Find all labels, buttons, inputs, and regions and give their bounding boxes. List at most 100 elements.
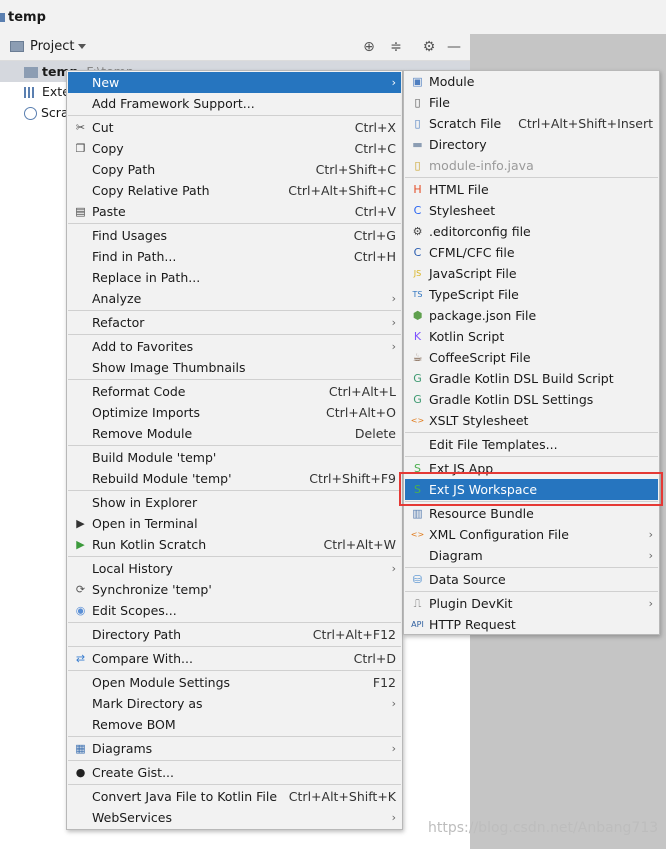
menu-item-directory[interactable]: ▬ Directory [405,134,658,155]
menu-item-paste[interactable]: ▤ Paste Ctrl+V [68,201,401,222]
menu-item-diagram[interactable]: Diagram › [405,545,658,566]
menu-item-find-in-path[interactable]: Find in Path... Ctrl+H [68,246,401,267]
chevron-down-icon[interactable] [78,44,86,49]
menu-item-reformat-code[interactable]: Reformat Code Ctrl+Alt+L [68,381,401,402]
menu-item-edit-scopes[interactable]: ◉ Edit Scopes... [68,600,401,621]
menu-item-new[interactable]: New › [68,72,401,93]
menu-item-xml-configuration-file[interactable]: <> XML Configuration File › [405,524,658,545]
menu-item-label: TypeScript File [429,287,519,302]
menu-item-coffeescript-file[interactable]: ☕ CoffeeScript File [405,347,658,368]
menu-item-rebuild-module-temp[interactable]: Rebuild Module 'temp' Ctrl+Shift+F9 [68,468,401,489]
menu-item-remove-bom[interactable]: Remove BOM [68,714,401,735]
menu-item-resource-bundle[interactable]: ▥ Resource Bundle [405,503,658,524]
menu-item-module[interactable]: ▣ Module [405,71,658,92]
menu-item-open-in-terminal[interactable]: ▶ Open in Terminal [68,513,401,534]
menu-item-xslt-stylesheet[interactable]: <> XSLT Stylesheet [405,410,658,431]
menu-separator [68,556,401,557]
menu-item-label: module-info.java [429,158,534,173]
menu-item-editorconfig-file[interactable]: ⚙ .editorconfig file [405,221,658,242]
hide-icon[interactable]: — [446,39,462,55]
menu-item-label: Directory [429,137,487,152]
menu-item-label: CFML/CFC file [429,245,515,260]
menu-item-copy[interactable]: ❐ Copy Ctrl+C [68,138,401,159]
menu-item-webservices[interactable]: WebServices › [68,807,401,828]
menu-item-add-framework-support[interactable]: Add Framework Support... [68,93,401,114]
menu-item-local-history[interactable]: Local History › [68,558,401,579]
chevron-right-icon: › [391,742,396,755]
tree-item-external-libraries[interactable]: Exte [24,81,70,102]
menu-item-run-kotlin-scratch[interactable]: ▶ Run Kotlin Scratch Ctrl+Alt+W [68,534,401,555]
menu-item-label: Gradle Kotlin DSL Build Script [429,371,614,386]
menu-item-label: Gradle Kotlin DSL Settings [429,392,594,407]
menu-item-add-to-favorites[interactable]: Add to Favorites › [68,336,401,357]
project-view-selector[interactable]: Project [30,39,74,54]
menu-item-label: Optimize Imports [92,405,201,420]
gear-icon[interactable]: ⚙ [421,39,437,55]
menu-item-html-file[interactable]: H HTML File [405,179,658,200]
menu-item-create-gist[interactable]: ● Create Gist... [68,762,401,783]
menu-item-label: Edit Scopes... [92,603,177,618]
menu-item-file[interactable]: ▯ File [405,92,658,113]
menu-item-stylesheet[interactable]: C Stylesheet [405,200,658,221]
tree-item-scratches[interactable]: Scra [24,102,69,123]
menu-item-show-image-thumbnails[interactable]: Show Image Thumbnails [68,357,401,378]
folder-icon: ▬ [412,138,423,151]
menu-item-analyze[interactable]: Analyze › [68,288,401,309]
menu-item-module-info-java[interactable]: ▯ module-info.java [405,155,658,176]
diagram-icon: ▦ [75,742,86,755]
menu-item-convert-java-file-to-kotlin-file[interactable]: Convert Java File to Kotlin File Ctrl+Alt… [68,786,401,807]
menu-item-directory-path[interactable]: Directory Path Ctrl+Alt+F12 [68,624,401,645]
menu-item-shortcut: F12 [372,675,396,690]
menu-item-label: Convert Java File to Kotlin File [92,789,278,804]
menu-item-scratch-file[interactable]: ▯ Scratch File Ctrl+Alt+Shift+Insert [405,113,658,134]
menu-item-compare-with[interactable]: ⇄ Compare With... Ctrl+D [68,648,401,669]
menu-separator [68,490,401,491]
menu-separator [405,591,658,592]
menu-item-label: Resource Bundle [429,506,534,521]
menu-item-plugin-devkit[interactable]: ⎍ Plugin DevKit › [405,593,658,614]
menu-item-cfml-cfc-file[interactable]: C CFML/CFC file [405,242,658,263]
menu-item-http-request[interactable]: API HTTP Request [405,614,658,635]
menu-item-replace-in-path[interactable]: Replace in Path... [68,267,401,288]
menu-item-synchronize-temp[interactable]: ⟳ Synchronize 'temp' [68,579,401,600]
menu-item-label: Open Module Settings [92,675,231,690]
locate-icon[interactable]: ⊕ [361,39,377,55]
menu-item-edit-file-templates[interactable]: Edit File Templates... [405,434,658,455]
menu-item-show-in-explorer[interactable]: Show in Explorer [68,492,401,513]
menu-item-kotlin-script[interactable]: K Kotlin Script [405,326,658,347]
menu-item-gradle-kotlin-dsl-settings[interactable]: G Gradle Kotlin DSL Settings [405,389,658,410]
menu-separator [68,736,401,737]
menu-item-shortcut: Ctrl+G [353,228,396,243]
menu-item-javascript-file[interactable]: JS JavaScript File [405,263,658,284]
menu-item-label: Paste [92,204,126,219]
menu-item-copy-relative-path[interactable]: Copy Relative Path Ctrl+Alt+Shift+C [68,180,401,201]
menu-item-refactor[interactable]: Refactor › [68,312,401,333]
menu-item-mark-directory-as[interactable]: Mark Directory as › [68,693,401,714]
menu-item-gradle-kotlin-dsl-build-script[interactable]: G Gradle Kotlin DSL Build Script [405,368,658,389]
project-folder-icon [10,41,24,52]
menu-item-label: File [429,95,450,110]
sync-icon: ⟳ [75,583,86,596]
menu-item-label: Stylesheet [429,203,496,218]
menu-item-open-module-settings[interactable]: Open Module Settings F12 [68,672,401,693]
menu-item-label: Reformat Code [92,384,186,399]
menu-item-cut[interactable]: ✂ Cut Ctrl+X [68,117,401,138]
menu-item-label: Analyze [92,291,142,306]
menu-item-typescript-file[interactable]: TS TypeScript File [405,284,658,305]
menu-item-label: Kotlin Script [429,329,505,344]
menu-item-package-json-file[interactable]: ⬢ package.json File [405,305,658,326]
menu-item-label: Build Module 'temp' [92,450,217,465]
chevron-right-icon: › [391,562,396,575]
menu-item-optimize-imports[interactable]: Optimize Imports Ctrl+Alt+O [68,402,401,423]
menu-item-build-module-temp[interactable]: Build Module 'temp' [68,447,401,468]
menu-item-data-source[interactable]: ⛁ Data Source [405,569,658,590]
menu-item-remove-module[interactable]: Remove Module Delete [68,423,401,444]
menu-item-find-usages[interactable]: Find Usages Ctrl+G [68,225,401,246]
menu-item-diagrams[interactable]: ▦ Diagrams › [68,738,401,759]
menu-item-label: Run Kotlin Scratch [92,537,207,552]
menu-item-copy-path[interactable]: Copy Path Ctrl+Shift+C [68,159,401,180]
menu-separator [68,379,401,380]
new-submenu: ▣ Module ▯ File ▯ Scratch File Ctrl+Alt+Shift+… [403,70,660,635]
collapse-all-icon[interactable]: ≑ [388,39,404,55]
context-menu: New › Add Framework Support... ✂ Cut Ctrl+X ❐ C… [66,70,403,830]
